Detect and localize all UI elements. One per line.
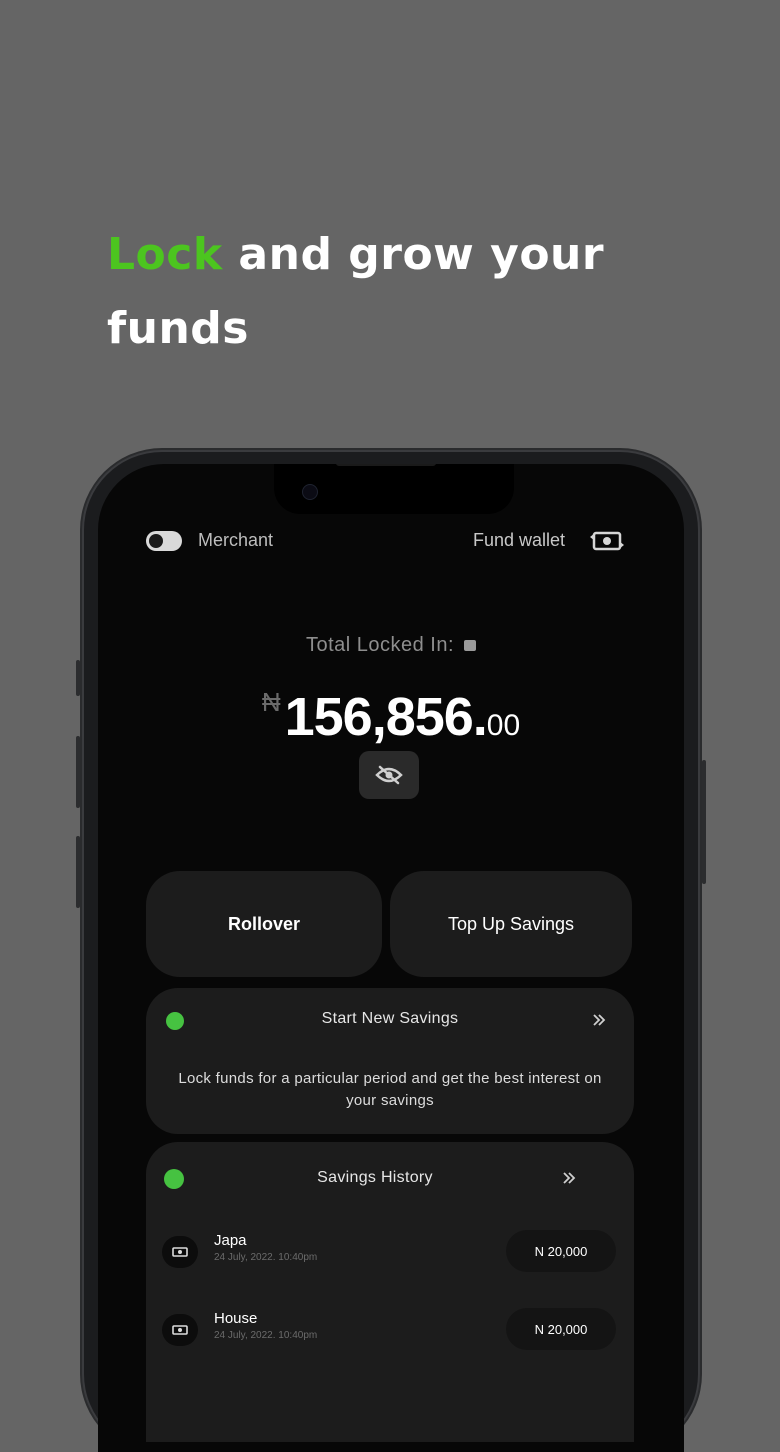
app-screen: Merchant Fund wallet Total Locked In: ₦1…: [98, 464, 684, 1452]
start-new-savings-description: Lock funds for a particular period and g…: [178, 1070, 602, 1109]
savings-history-title: Savings History: [317, 1169, 433, 1186]
cash-icon: [162, 1314, 198, 1346]
fund-wallet-button[interactable]: Fund wallet: [473, 530, 565, 551]
cash-transfer-icon[interactable]: [588, 528, 626, 554]
double-chevron-right-icon[interactable]: [592, 1013, 606, 1027]
headline: Lock and grow your funds: [107, 218, 687, 366]
savings-item-amount: N 20,000: [506, 1230, 616, 1272]
eye-off-icon: [375, 765, 403, 785]
double-chevron-right-icon[interactable]: [562, 1171, 576, 1185]
camera-icon: [302, 484, 318, 500]
cash-icon: [162, 1236, 198, 1268]
merchant-toggle[interactable]: [146, 531, 182, 551]
phone-volume-up: [76, 736, 80, 808]
start-new-savings-card[interactable]: Start New Savings Lock funds for a parti…: [146, 988, 634, 1134]
balance-amount: ₦156,856.00: [98, 686, 684, 748]
rollover-button[interactable]: Rollover: [146, 871, 382, 977]
balance-decimals: 00: [486, 709, 521, 742]
total-locked-text: Total Locked In:: [305, 634, 455, 656]
merchant-label: Merchant: [198, 530, 274, 550]
list-item[interactable]: Japa 24 July, 2022. 10:40pm N 20,000: [162, 1230, 618, 1280]
phone-power-button: [702, 760, 706, 884]
currency-symbol: ₦: [261, 687, 281, 717]
phone-mockup: Merchant Fund wallet Total Locked In: ₦1…: [76, 452, 706, 1452]
savings-item-name: Japa: [214, 1232, 247, 1249]
phone-volume-down: [76, 836, 80, 908]
hide-balance-button[interactable]: [359, 751, 419, 799]
phone-silent-switch: [76, 660, 80, 696]
list-item[interactable]: House 24 July, 2022. 10:40pm N 20,000: [162, 1308, 618, 1358]
copy-icon[interactable]: [464, 640, 477, 652]
savings-item-date: 24 July, 2022. 10:40pm: [214, 1330, 318, 1341]
savings-item-date: 24 July, 2022. 10:40pm: [214, 1252, 318, 1263]
total-locked-label: Total Locked In:: [98, 634, 684, 657]
savings-history-card: Savings History Japa 24 July, 2022. 10:4…: [146, 1142, 634, 1442]
savings-item-amount: N 20,000: [506, 1308, 616, 1350]
top-up-savings-button[interactable]: Top Up Savings: [390, 871, 632, 977]
savings-item-name: House: [214, 1310, 258, 1327]
balance-main: 156,856.: [284, 687, 488, 747]
start-new-savings-title: Start New Savings: [321, 1010, 459, 1027]
headline-highlight: Lock: [107, 229, 223, 280]
